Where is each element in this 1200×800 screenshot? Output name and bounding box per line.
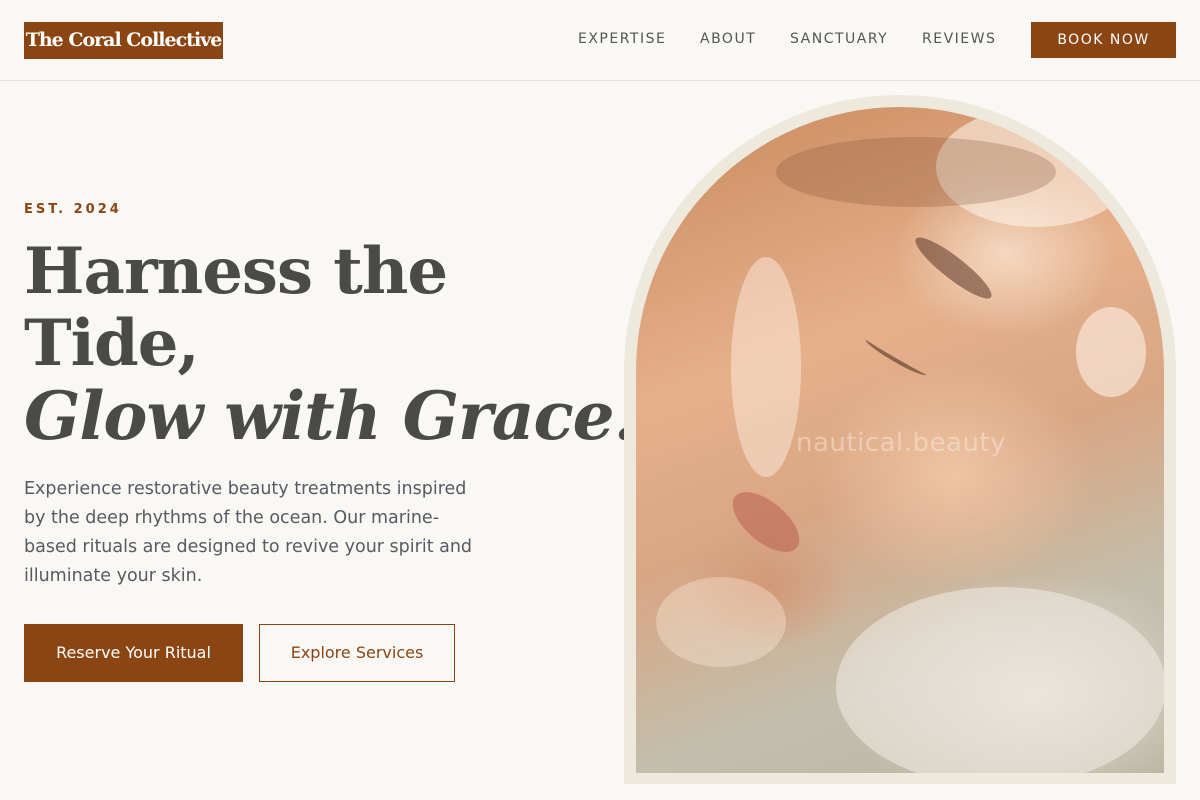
headline-line-1: Harness the <box>24 234 448 309</box>
reserve-ritual-button[interactable]: Reserve Your Ritual <box>24 624 243 682</box>
headline-line-2: Tide, <box>24 306 200 381</box>
light-reflection <box>731 257 801 477</box>
nav-reviews[interactable]: REVIEWS <box>922 30 996 48</box>
nav-sanctuary[interactable]: SANCTUARY <box>790 30 888 48</box>
site-header: The Coral Collective EXPERTISE ABOUT SAN… <box>0 0 1200 81</box>
hair-shadow <box>776 137 1056 207</box>
explore-services-button[interactable]: Explore Services <box>259 624 455 682</box>
towel-highlight <box>836 587 1164 773</box>
hero-headline: Harness the Tide, Glow with Grace. <box>24 234 637 455</box>
book-now-button[interactable]: BOOK NOW <box>1031 22 1176 58</box>
established-label: EST. 2024 <box>24 202 122 217</box>
headline-line-3: Glow with Grace. <box>24 377 637 455</box>
nav-about[interactable]: ABOUT <box>700 30 756 48</box>
foreground-bokeh <box>656 577 786 667</box>
hero-description: Experience restorative beauty treatments… <box>24 479 473 586</box>
nav-expertise[interactable]: EXPERTISE <box>578 30 666 48</box>
brand-logo[interactable]: The Coral Collective <box>24 22 223 59</box>
image-watermark: nautical.beauty <box>796 428 1007 458</box>
eyebrow-shape <box>909 230 998 306</box>
light-bokeh <box>1076 307 1146 397</box>
lips-shape <box>722 480 810 564</box>
eyelash-shape <box>863 335 929 379</box>
